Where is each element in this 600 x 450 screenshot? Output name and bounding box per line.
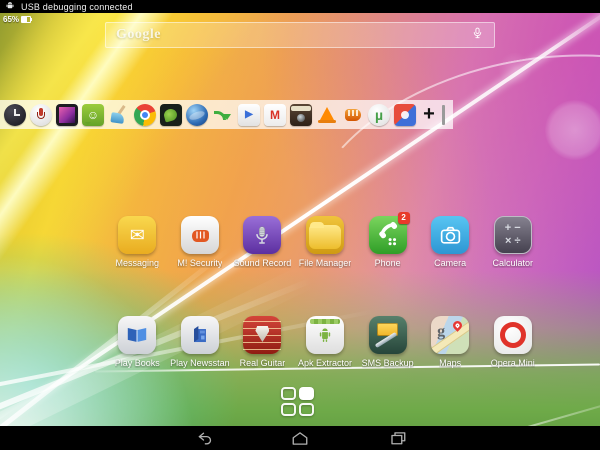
photo-grid-icon[interactable] — [394, 103, 416, 126]
app-label: Maps — [439, 358, 462, 368]
app-opera-mini[interactable]: Opera Mini — [481, 316, 544, 368]
app-play-newsstand[interactable]: Play Newsstan — [169, 316, 232, 368]
app-label: File Manager — [298, 258, 352, 268]
play-newsstand-icon — [180, 316, 219, 354]
add-icon[interactable]: + — [420, 103, 438, 126]
green-arrow-icon[interactable] — [212, 104, 234, 126]
home-grid-row-2: Play Books Play Newsstan Real Guitar Apk… — [106, 316, 544, 368]
camera-icon — [431, 216, 470, 254]
sms-backup-icon — [368, 316, 407, 354]
photo-studio-icon[interactable] — [160, 103, 182, 126]
back-button[interactable] — [183, 426, 227, 450]
google-logo: Google — [116, 27, 161, 42]
vlc-icon[interactable] — [316, 104, 338, 126]
microphone-icon — [243, 216, 282, 254]
home-grid-row-1: ✉ Messaging M! Security Sound Record Fil… — [106, 212, 544, 268]
browser-globe-icon[interactable] — [186, 103, 208, 126]
mic-icon[interactable] — [471, 26, 484, 45]
messenger-icon[interactable]: ☺ — [82, 103, 104, 126]
app-m-security[interactable]: M! Security — [169, 216, 232, 268]
calc-operators-bottom: × ÷ — [504, 235, 521, 247]
app-label: M! Security — [177, 258, 223, 268]
text-cursor — [442, 104, 445, 125]
app-label: Camera — [434, 258, 467, 268]
app-label: Phone — [374, 258, 401, 268]
app-label: SMS Backup — [361, 358, 414, 368]
battery-indicator: 65% — [3, 15, 33, 24]
app-messaging[interactable]: ✉ Messaging — [106, 216, 169, 268]
retro-camera-icon[interactable] — [290, 103, 312, 126]
app-play-books[interactable]: Play Books — [106, 316, 169, 368]
battery-percent: 65% — [3, 15, 20, 24]
clock-icon[interactable] — [4, 103, 26, 126]
app-real-guitar[interactable]: Real Guitar — [231, 316, 294, 368]
maps-g-letter: g — [437, 323, 446, 340]
grid-cell — [281, 387, 296, 400]
voice-recorder-icon[interactable] — [30, 103, 52, 126]
app-file-manager[interactable]: File Manager — [294, 216, 357, 268]
maps-icon: g — [431, 316, 470, 354]
app-label: Opera Mini — [490, 358, 535, 368]
fist-icon — [180, 216, 219, 254]
app-label: Apk Extractor — [298, 358, 353, 368]
home-button[interactable] — [278, 426, 322, 450]
app-label: Calculator — [492, 258, 534, 268]
opera-o-icon — [493, 316, 532, 354]
notification-badge: 2 — [397, 212, 410, 224]
app-sms-backup[interactable]: SMS Backup — [356, 316, 419, 368]
calculator-icon: + − × ÷ — [493, 216, 532, 254]
app-label: Real Guitar — [239, 358, 286, 368]
android-home-screen: USB debugging connected 65% Google ☺ ▶ M — [0, 0, 600, 450]
grid-cell — [281, 403, 296, 416]
utorrent-icon[interactable]: µ — [368, 103, 390, 126]
recents-button[interactable] — [376, 426, 420, 450]
calc-operators-top: + − — [504, 222, 521, 235]
app-tray: ☺ ▶ M µ + — [0, 100, 453, 129]
folder-icon — [306, 216, 345, 254]
app-calculator[interactable]: + − × ÷ Calculator — [481, 216, 544, 268]
play-movies-icon[interactable]: ▶ — [238, 103, 260, 126]
recents-icon — [391, 431, 406, 444]
app-label: Messaging — [115, 258, 160, 268]
android-debug-icon — [4, 0, 16, 16]
home-icon — [292, 431, 308, 445]
gmail-icon[interactable]: M — [264, 103, 286, 126]
status-message: USB debugging connected — [21, 1, 133, 12]
nav-bar — [0, 426, 600, 450]
google-search-bar[interactable]: Google — [105, 22, 495, 48]
app-maps[interactable]: g Maps — [419, 316, 482, 368]
status-bar[interactable]: USB debugging connected — [0, 0, 600, 13]
play-books-icon — [118, 316, 157, 354]
app-label: Sound Record — [233, 258, 292, 268]
app-phone[interactable]: 2 Phone — [356, 212, 419, 268]
clean-master-icon[interactable] — [108, 104, 130, 126]
back-icon — [198, 432, 212, 444]
guitar-pick-icon — [243, 316, 282, 354]
app-camera[interactable]: Camera — [419, 216, 482, 268]
battery-icon — [21, 16, 33, 23]
envelope-icon: ✉ — [129, 225, 145, 245]
app-sound-record[interactable]: Sound Record — [231, 216, 294, 268]
app-label: Play Newsstan — [170, 358, 230, 368]
boxing-fist-icon[interactable] — [342, 104, 364, 126]
app-label: Play Books — [114, 358, 160, 368]
gallery-icon[interactable] — [56, 103, 78, 126]
grid-cell-filled — [299, 387, 314, 400]
app-drawer-widget[interactable] — [281, 387, 314, 416]
app-apk-extractor[interactable]: Apk Extractor — [294, 316, 357, 368]
android-robot-icon — [306, 316, 345, 354]
messaging-icon: ✉ — [118, 216, 157, 254]
phone-icon: 2 — [368, 212, 410, 254]
chrome-icon[interactable] — [134, 103, 156, 126]
grid-cell — [299, 403, 314, 416]
